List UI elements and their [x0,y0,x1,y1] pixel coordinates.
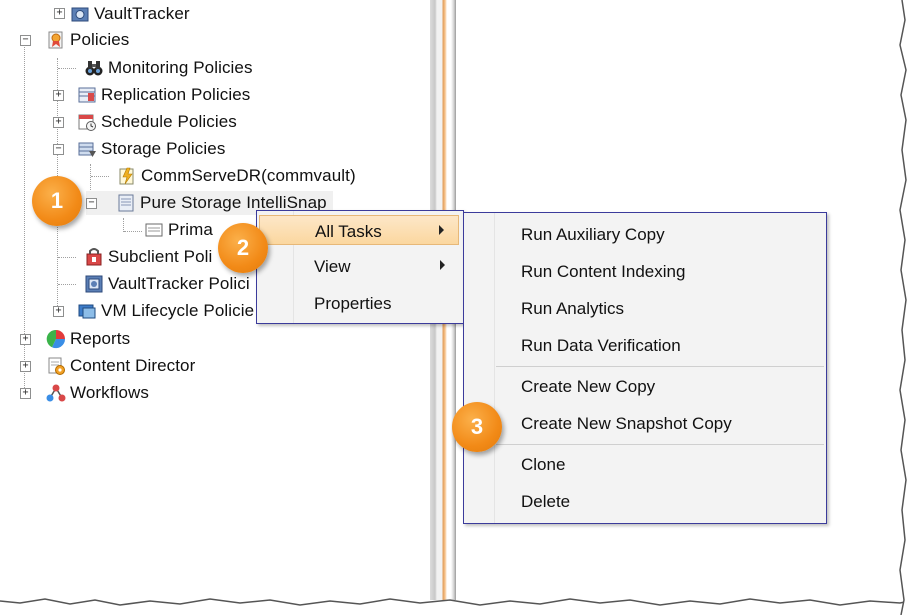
binoculars-icon [84,58,104,78]
all-tasks-submenu: Run Auxiliary Copy Run Content Indexing … [463,212,827,524]
tree-connector [123,218,124,232]
tree-item-commservedr[interactable]: CommServeDR(commvault) [117,164,356,188]
storage-policy-icon [77,139,97,159]
vaulttracker-icon [70,4,90,24]
menu-item-label: Run Data Verification [521,336,681,355]
expand-icon[interactable]: + [54,8,65,19]
vm-lifecycle-icon [77,301,97,321]
storage-policy-doc-icon [116,193,136,213]
tree-item-vaulttracker-policies[interactable]: VaultTracker Polici [84,272,250,296]
tree-item-label: Prima [168,220,213,239]
menu-item-properties[interactable]: Properties [259,288,459,318]
tree-item-content-director[interactable]: + Content Director [20,354,195,378]
tree-item-vm-lifecycle-policies[interactable]: + VM Lifecycle Policie [53,299,254,323]
tree-item-vaulttracker[interactable]: + VaultTracker [54,2,190,26]
expand-icon[interactable]: + [53,90,64,101]
callout-badge-2: 2 [218,223,268,273]
tree-item-reports[interactable]: + Reports [20,327,130,351]
screenshot-frame: + VaultTracker − Policies Monitoring Pol… [0,0,914,615]
dr-policy-icon [117,166,137,186]
expand-icon[interactable]: + [53,306,64,317]
tree-item-label: Reports [70,329,131,348]
expand-icon[interactable]: + [20,361,31,372]
tree-connector [58,68,76,69]
menu-item-run-data-verification[interactable]: Run Data Verification [466,324,822,358]
copy-icon [144,220,164,240]
tree-item-policies[interactable]: − Policies [20,28,129,52]
menu-item-label: Create New Copy [521,377,656,396]
reports-pie-icon [46,329,66,349]
policies-icon [46,30,66,50]
tree-item-label: CommServeDR(commvault) [141,166,356,185]
tree-connector [124,231,142,232]
tree-item-label: VaultTracker Polici [108,274,250,293]
menu-item-label: All Tasks [315,222,382,241]
menu-item-label: View [314,257,351,276]
tree-item-label: VM Lifecycle Policie [101,301,255,320]
tree-item-label: Replication Policies [101,85,251,104]
menu-item-view[interactable]: View [259,251,459,281]
vaulttracker-policy-icon [84,274,104,294]
menu-item-label: Clone [521,455,566,474]
menu-item-label: Run Analytics [521,299,624,318]
menu-item-run-auxiliary-copy[interactable]: Run Auxiliary Copy [466,213,822,247]
menu-item-run-content-indexing[interactable]: Run Content Indexing [466,250,822,284]
menu-item-label: Delete [521,492,571,511]
torn-edge-right [899,0,914,615]
menu-item-label: Properties [314,294,392,313]
tree-item-label: Schedule Policies [101,112,237,131]
calendar-clock-icon [77,112,97,132]
menu-item-all-tasks[interactable]: All Tasks [259,215,459,245]
tree-item-replication-policies[interactable]: + Replication Policies [53,83,250,107]
tree-item-storage-policies[interactable]: − Storage Policies [53,137,225,161]
replication-icon [77,85,97,105]
menu-item-delete[interactable]: Delete [466,480,822,514]
menu-item-run-analytics[interactable]: Run Analytics [466,287,822,321]
tree-connector [58,284,76,285]
tree-item-workflows[interactable]: + Workflows [20,381,149,405]
tree-item-primary-copy[interactable]: Prima [144,218,213,242]
content-director-icon [46,356,66,376]
callout-badge-3: 3 [452,402,502,452]
torn-edge-bottom [0,598,914,615]
menu-item-create-new-copy[interactable]: Create New Copy [466,365,822,399]
submenu-arrow-icon [440,260,445,270]
tree-item-label: Monitoring Policies [108,58,253,77]
tree-connector [58,257,76,258]
collapse-icon[interactable]: − [53,144,64,155]
callout-badge-1: 1 [32,176,82,226]
tree-connector [91,176,109,177]
tree-item-label: Subclient Poli [108,247,213,266]
tree-item-label: Content Director [70,356,196,375]
context-menu: All Tasks View Properties [256,210,464,324]
tree-item-label: VaultTracker [94,4,190,23]
tree-item-label: Storage Policies [101,139,226,158]
tree-item-subclient-policies[interactable]: Subclient Poli [84,245,212,269]
expand-icon[interactable]: + [53,117,64,128]
expand-icon[interactable]: + [20,388,31,399]
tree-item-label: Workflows [70,383,149,402]
menu-item-label: Run Auxiliary Copy [521,225,665,244]
menu-item-create-new-snapshot-copy[interactable]: Create New Snapshot Copy [466,402,822,436]
submenu-arrow-icon [439,225,444,235]
menu-item-label: Run Content Indexing [521,262,686,281]
menu-item-clone[interactable]: Clone [466,443,822,477]
collapse-icon[interactable]: − [20,35,31,46]
tree-item-label: Policies [70,30,130,49]
expand-icon[interactable]: + [20,334,31,345]
menu-item-label: Create New Snapshot Copy [521,414,732,433]
workflows-icon [46,383,66,403]
collapse-icon[interactable]: − [86,198,97,209]
subclient-policy-icon [84,247,104,267]
tree-item-monitoring-policies[interactable]: Monitoring Policies [84,56,253,80]
tree-item-schedule-policies[interactable]: + Schedule Policies [53,110,237,134]
